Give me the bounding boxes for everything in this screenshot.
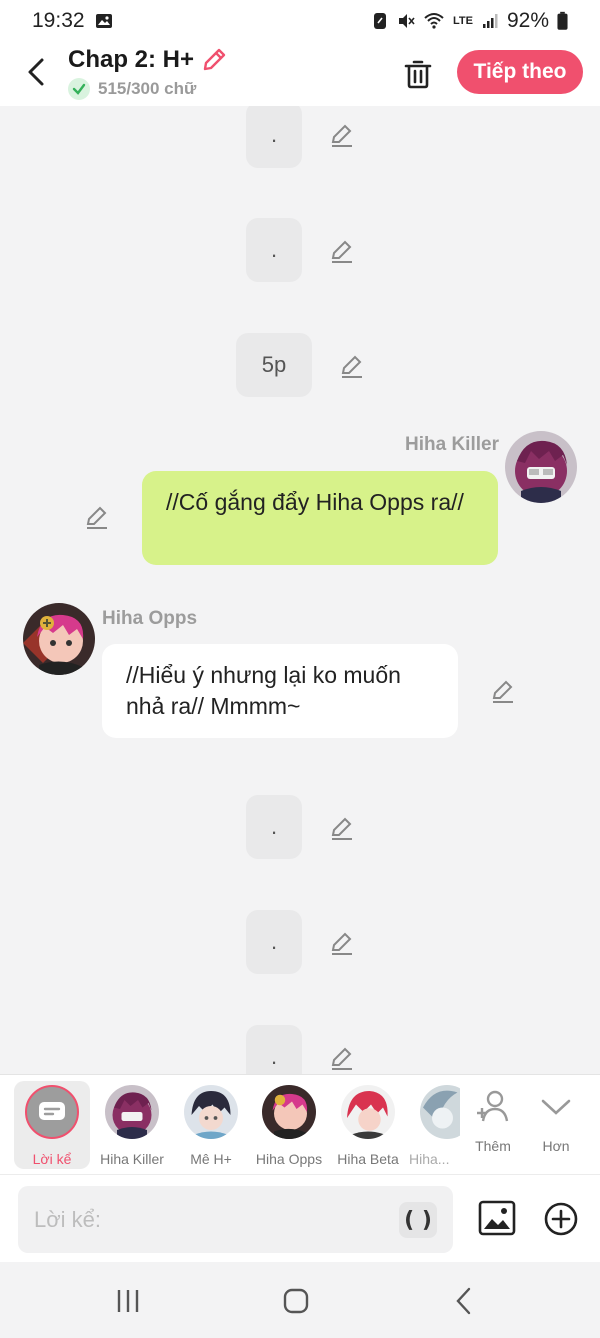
narration-bubble[interactable]: .	[246, 1025, 302, 1074]
recent-apps-button[interactable]	[108, 1286, 148, 1316]
home-icon	[283, 1288, 309, 1314]
recents-icon	[117, 1290, 139, 1312]
action-parentheses-button[interactable]: ( )	[399, 1202, 437, 1238]
narration-bubble[interactable]: .	[246, 106, 302, 168]
character-narrator[interactable]: Lời kể	[14, 1081, 90, 1169]
word-count: 515/300 chữ	[98, 79, 197, 98]
signal-icon	[482, 14, 498, 28]
system-navigation-bar	[0, 1262, 600, 1338]
app-notification-icon	[374, 13, 386, 29]
edit-message-icon[interactable]	[84, 504, 110, 530]
gallery-notification-icon	[95, 14, 112, 28]
composer: ( )	[0, 1174, 600, 1262]
avatar[interactable]	[23, 603, 95, 675]
check-icon	[68, 78, 90, 100]
character-item[interactable]: Hiha Beta	[328, 1081, 408, 1167]
home-button[interactable]	[276, 1286, 316, 1316]
battery-icon	[557, 11, 568, 30]
narration-bubble[interactable]: .	[246, 218, 302, 282]
back-arrow-icon	[28, 58, 44, 86]
speaker-name: Hiha Opps	[102, 608, 198, 629]
back-button[interactable]	[18, 54, 54, 90]
character-item[interactable]: Hiha...	[400, 1081, 460, 1167]
edit-message-icon[interactable]	[329, 930, 355, 956]
chapter-header: Chap 2: H+ 515/300 chữ Tiếp theo	[0, 42, 600, 106]
back-icon	[456, 1287, 471, 1315]
character-picker: Lời kể Hiha Killer Mê H+ Hiha Opps Hiha …	[0, 1074, 600, 1174]
system-back-button[interactable]	[444, 1286, 484, 1316]
character-item[interactable]: Mê H+	[171, 1081, 251, 1167]
wifi-icon	[424, 13, 444, 29]
image-icon[interactable]	[478, 1199, 516, 1237]
narration-icon	[25, 1085, 79, 1139]
narration-bubble[interactable]: 5p	[236, 333, 312, 397]
message-input-box[interactable]: ( )	[18, 1186, 453, 1253]
avatar	[184, 1085, 238, 1139]
status-time: 19:32	[32, 9, 85, 32]
avatar	[262, 1085, 316, 1139]
avatar	[341, 1085, 395, 1139]
battery-percent: 92%	[506, 9, 549, 32]
more-characters-button[interactable]: Hơn	[516, 1081, 596, 1154]
avatar[interactable]	[505, 431, 577, 503]
add-icon[interactable]	[543, 1201, 579, 1237]
dialogue-bubble[interactable]: //Hiểu ý nhưng lại ko muốn nhả ra// Mmmm…	[102, 644, 458, 738]
status-bar: 19:32 LTE 92%	[0, 0, 600, 42]
edit-message-icon[interactable]	[339, 353, 365, 379]
lte-label: LTE	[453, 14, 473, 27]
character-item[interactable]: Hiha Killer	[92, 1081, 172, 1167]
next-button[interactable]: Tiếp theo	[457, 50, 583, 94]
narration-bubble[interactable]: .	[246, 795, 302, 859]
delete-button[interactable]	[398, 54, 438, 94]
avatar	[105, 1085, 159, 1139]
edit-message-icon[interactable]	[329, 122, 355, 148]
edit-message-icon[interactable]	[490, 678, 516, 704]
chevron-down-icon	[541, 1099, 571, 1115]
chat-area[interactable]: . . 5p Hiha Killer //Cố gắng đẩy Hiha Op…	[0, 106, 600, 1074]
speaker-name: Hiha Killer	[405, 434, 499, 455]
mute-icon	[399, 14, 415, 28]
message-input[interactable]	[34, 1200, 394, 1240]
dialogue-bubble[interactable]: //Cố gắng đẩy Hiha Opps ra//	[142, 471, 498, 565]
edit-message-icon[interactable]	[329, 238, 355, 264]
edit-message-icon[interactable]	[329, 1045, 355, 1071]
narration-bubble[interactable]: .	[246, 910, 302, 974]
chapter-title: Chap 2: H+	[68, 46, 195, 73]
character-item[interactable]: Hiha Opps	[249, 1081, 329, 1167]
edit-message-icon[interactable]	[329, 815, 355, 841]
add-person-icon	[477, 1090, 509, 1122]
edit-title-icon[interactable]	[200, 46, 228, 74]
trash-icon	[404, 60, 432, 89]
